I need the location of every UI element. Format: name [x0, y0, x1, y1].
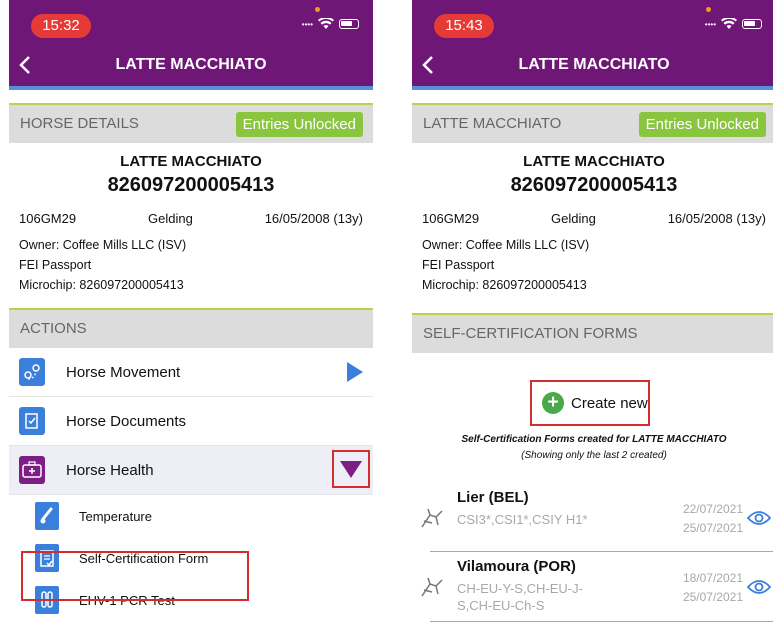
caption-horse: LATTE MACCHIATO	[632, 434, 727, 445]
action-horse-movement[interactable]: Horse Movement	[9, 348, 373, 397]
medical-kit-icon	[19, 456, 45, 484]
nav-bar: LATTE MACCHIATO	[9, 44, 373, 86]
form-list-item[interactable]: Lier (BEL) CSI3*,CSI1*,CSIY H1* 22/07/20…	[412, 487, 773, 547]
wifi-icon	[721, 18, 737, 29]
status-icons: ••••	[302, 18, 359, 30]
create-new-button[interactable]: + Create new	[530, 380, 650, 426]
action-label: Horse Movement	[66, 363, 181, 381]
status-bar: 15:43 ••••	[412, 0, 773, 44]
form-classes: CH-EU-Y-S,CH-EU-J-S,CH-EU-Ch-S	[457, 581, 583, 613]
form-date-from: 18/07/2021	[682, 571, 743, 585]
map-pin-route-icon	[19, 358, 45, 386]
horse-id-code: 106GM29	[422, 211, 480, 226]
horse-sex: Gelding	[147, 211, 193, 226]
form-classes: CSI3*,CSI1*,CSIY H1*	[457, 512, 588, 527]
signal-icon: ••••	[301, 19, 313, 29]
action-horse-health[interactable]: Horse Health	[9, 446, 373, 495]
form-date-from: 22/07/2021	[682, 502, 743, 516]
horse-name: LATTE MACCHIATO	[523, 153, 665, 170]
nav-title: LATTE MACCHIATO	[115, 56, 267, 73]
list-divider	[430, 621, 773, 622]
horse-sex: Gelding	[550, 211, 596, 226]
nav-bar: LATTE MACCHIATO	[412, 44, 773, 86]
forms-header: SELF-CERTIFICATION FORMS	[412, 313, 773, 353]
section-title: SELF-CERTIFICATION FORMS	[423, 325, 638, 342]
action-horse-documents[interactable]: Horse Documents	[9, 397, 373, 446]
form-dates: 22/07/2021 25/07/2021	[683, 500, 743, 538]
caption-prefix: Self-Certification Forms created for	[461, 434, 633, 445]
plus-icon: +	[542, 392, 564, 414]
actions-header: ACTIONS	[9, 308, 373, 348]
owner-line: Owner: Coffee Mills LLC (ISV)	[19, 238, 187, 252]
entries-unlocked-badge: Entries Unlocked	[235, 112, 363, 137]
highlight-box	[21, 551, 249, 601]
nav-title: LATTE MACCHIATO	[518, 56, 670, 73]
eye-icon[interactable]	[747, 510, 771, 526]
recording-indicator	[706, 7, 711, 12]
show-jumping-icon	[421, 577, 443, 597]
status-bar: 15:32 ••••	[9, 0, 373, 44]
battery-icon	[742, 19, 762, 29]
action-label: Horse Documents	[66, 412, 187, 430]
list-divider	[430, 551, 773, 552]
horse-header: LATTE MACCHIATO Entries Unlocked	[412, 103, 773, 143]
horse-birth-date: 16/05/2008 (13y)	[264, 211, 363, 226]
microchip-line: Microchip: 826097200005413	[422, 278, 587, 292]
form-date-to: 25/07/2021	[682, 590, 743, 604]
play-arrow-icon[interactable]	[347, 362, 363, 382]
horse-details-header: HORSE DETAILS Entries Unlocked	[9, 103, 373, 143]
chevron-down-icon	[340, 460, 362, 478]
show-jumping-icon	[421, 508, 443, 528]
thermometer-icon	[35, 502, 59, 530]
section-title: HORSE DETAILS	[20, 115, 139, 132]
recording-indicator	[315, 7, 320, 12]
sub-action-label: Temperature	[79, 508, 152, 524]
horse-info: Owner: Coffee Mills LLC (ISV) FEI Passpo…	[9, 235, 373, 295]
section-title: LATTE MACCHIATO	[423, 115, 562, 132]
wifi-icon	[318, 18, 334, 29]
phone-screen-right: 15:43 •••• LATTE MACCHIATO LATTE MACCHIA…	[412, 0, 773, 636]
sub-action-temperature[interactable]: Temperature	[9, 495, 373, 537]
horse-id-code: 106GM29	[19, 211, 77, 226]
entries-unlocked-badge: Entries Unlocked	[638, 112, 766, 137]
expand-toggle[interactable]	[332, 450, 370, 488]
horse-summary-row: 106GM29 Gelding 16/05/2008 (13y)	[9, 211, 373, 226]
documents-icon	[19, 407, 45, 435]
forms-caption: Self-Certification Forms created for LAT…	[412, 434, 773, 461]
form-venue: Vilamoura (POR)	[457, 558, 576, 575]
horse-summary-row: 106GM29 Gelding 16/05/2008 (13y)	[412, 211, 773, 226]
create-new-label: Create new	[571, 394, 648, 412]
horse-name: LATTE MACCHIATO	[120, 153, 262, 170]
horse-passport-number: 826097200005413	[107, 174, 275, 196]
form-venue: Lier (BEL)	[457, 489, 529, 506]
caption-note: (Showing only the last 2 created)	[521, 450, 667, 461]
form-date-to: 25/07/2021	[682, 521, 743, 535]
horse-info: Owner: Coffee Mills LLC (ISV) FEI Passpo…	[412, 235, 773, 295]
form-list-item[interactable]: Vilamoura (POR) CH-EU-Y-S,CH-EU-J-S,CH-E…	[412, 556, 773, 618]
section-title: ACTIONS	[20, 320, 87, 337]
action-label: Horse Health	[66, 461, 154, 479]
horse-passport-number: 826097200005413	[510, 174, 678, 196]
passport-type: FEI Passport	[19, 258, 92, 272]
status-time: 15:32	[31, 14, 91, 38]
signal-icon: ••••	[704, 19, 716, 29]
status-icons: ••••	[705, 18, 762, 30]
owner-line: Owner: Coffee Mills LLC (ISV)	[422, 238, 590, 252]
eye-icon[interactable]	[747, 579, 771, 595]
status-time: 15:43	[434, 14, 494, 38]
passport-type: FEI Passport	[422, 258, 495, 272]
microchip-line: Microchip: 826097200005413	[19, 278, 184, 292]
form-dates: 18/07/2021 25/07/2021	[683, 569, 743, 607]
battery-icon	[339, 19, 359, 29]
phone-screen-left: 15:32 •••• LATTE MACCHIATO HORSE DETAILS…	[9, 0, 373, 636]
horse-birth-date: 16/05/2008 (13y)	[667, 211, 766, 226]
